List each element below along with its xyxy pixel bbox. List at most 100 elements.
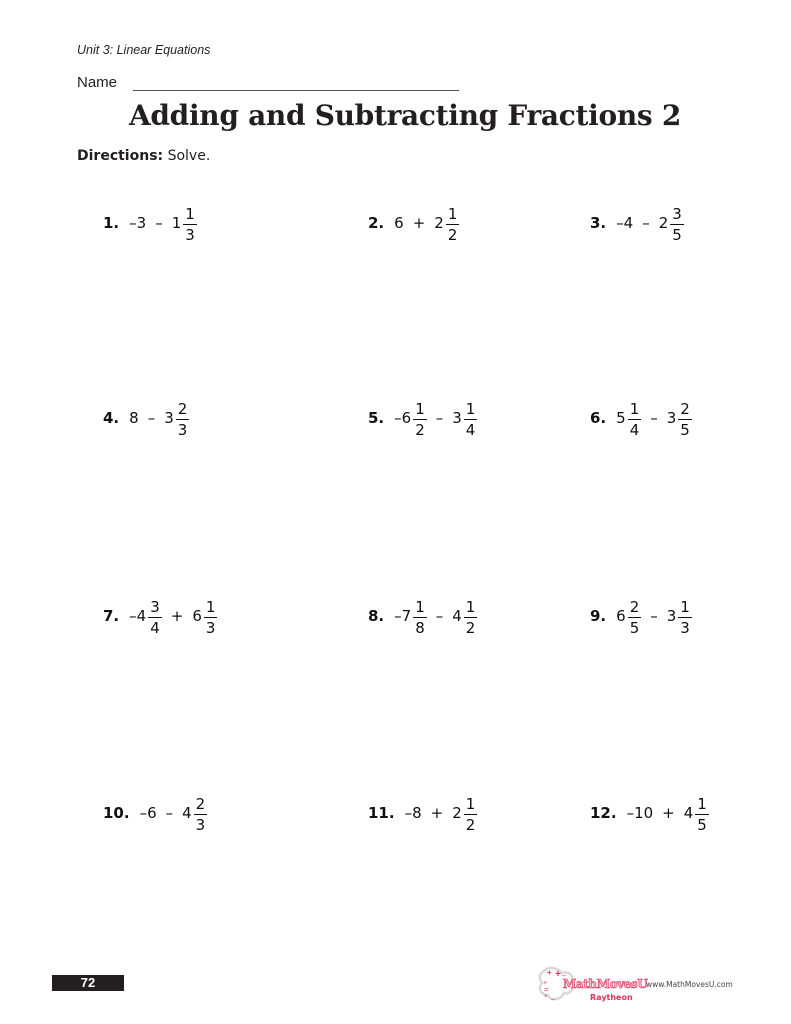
problem-number: 5. bbox=[368, 409, 385, 427]
denominator: 5 bbox=[672, 226, 682, 244]
whole-number: 5 bbox=[616, 409, 626, 427]
numerator: 1 bbox=[463, 400, 478, 420]
negative-sign: – bbox=[616, 214, 624, 232]
operand-a: –4 bbox=[616, 214, 633, 232]
operand-a: –3 bbox=[129, 214, 146, 232]
whole-number: 3 bbox=[666, 607, 677, 625]
directions-text: Solve. bbox=[167, 148, 211, 164]
whole-number: 4 bbox=[623, 214, 634, 232]
fraction: 13 bbox=[183, 207, 197, 243]
name-label: Name bbox=[77, 74, 118, 91]
whole-number: 4 bbox=[136, 607, 147, 625]
website-url[interactable]: www.MathMovesU.com bbox=[646, 980, 733, 989]
operand-a: –6 1 2 bbox=[394, 400, 427, 438]
logo-wordmark: MathMovesU bbox=[563, 977, 648, 992]
problem-number: 12. bbox=[590, 804, 617, 822]
problem-number: 8. bbox=[368, 607, 385, 625]
operator: – bbox=[155, 214, 163, 232]
denominator: 4 bbox=[629, 421, 640, 439]
mathmovesu-logo: + + – + = × – MathMovesU Raytheon bbox=[535, 963, 648, 1008]
whole-number: 6 bbox=[616, 607, 626, 625]
whole-number: 2 bbox=[452, 804, 462, 822]
whole-number: 3 bbox=[164, 409, 174, 427]
operand-b: 613 bbox=[192, 598, 218, 636]
operator: + bbox=[170, 607, 184, 625]
denominator: 5 bbox=[697, 816, 707, 834]
fraction: 15 bbox=[695, 797, 709, 833]
problem-12: 12. –10 +4 1 5 bbox=[590, 795, 709, 833]
problem-1: 1. –3–1 1 3 bbox=[103, 205, 197, 243]
fraction: 18 bbox=[413, 600, 427, 636]
operator: – bbox=[435, 607, 444, 625]
operand-a: 6 bbox=[394, 214, 404, 232]
whole-number: 4 bbox=[452, 607, 462, 625]
operator: + bbox=[430, 804, 444, 822]
negative-sign: – bbox=[394, 409, 402, 427]
numerator: 1 bbox=[678, 598, 692, 618]
problem-number: 7. bbox=[103, 607, 120, 625]
fraction: 25 bbox=[627, 600, 642, 637]
problem-number: 6. bbox=[590, 409, 607, 427]
fraction: 12 bbox=[413, 402, 427, 438]
operand-b: 113 bbox=[171, 205, 197, 243]
operator: + bbox=[662, 804, 675, 822]
denominator: 5 bbox=[680, 421, 690, 439]
denominator: 3 bbox=[680, 619, 690, 637]
operand-b: 325 bbox=[666, 400, 692, 438]
numerator: 1 bbox=[183, 205, 197, 225]
numerator: 3 bbox=[148, 598, 162, 618]
problem-number: 9. bbox=[590, 607, 607, 625]
fraction: 14 bbox=[463, 400, 478, 439]
negative-sign: – bbox=[129, 214, 137, 232]
whole-number: 4 bbox=[683, 804, 694, 822]
whole-number: 7 bbox=[401, 607, 412, 625]
problem-number: 4. bbox=[103, 409, 120, 427]
numerator: 2 bbox=[678, 400, 692, 420]
whole-number: 10 bbox=[634, 804, 654, 822]
problem-11: 11. –8 +2 1 2 bbox=[368, 795, 478, 833]
operand-a: 8 bbox=[129, 409, 139, 427]
problem-9: 9. 6 2 5–3 1 3 bbox=[590, 598, 692, 637]
logo-raytheon: Raytheon bbox=[590, 993, 633, 1002]
fraction: 13 bbox=[203, 598, 218, 636]
operand-b: 235 bbox=[658, 205, 684, 243]
whole-number: 8 bbox=[129, 409, 139, 427]
svg-text:–: – bbox=[551, 996, 555, 1003]
problem-4: 4. 8–3 2 3 bbox=[103, 400, 190, 438]
svg-text:+: + bbox=[547, 968, 552, 977]
whole-number: 3 bbox=[666, 409, 677, 427]
fraction: 12 bbox=[445, 205, 460, 243]
svg-text:=: = bbox=[544, 985, 549, 994]
fraction: 35 bbox=[670, 207, 684, 243]
name-blank-line[interactable] bbox=[133, 76, 460, 91]
fraction: 12 bbox=[463, 797, 478, 833]
numerator: 1 bbox=[203, 598, 218, 618]
denominator: 3 bbox=[185, 226, 195, 244]
problem-number: 10. bbox=[103, 804, 130, 822]
denominator: 4 bbox=[465, 421, 476, 439]
problem-8: 8. –7 1 8–4 1 2 bbox=[368, 598, 478, 636]
problem-7: 7. –4 3 4 +6 1 3 bbox=[103, 598, 218, 636]
problem-number: 1. bbox=[103, 214, 120, 232]
numerator: 1 bbox=[413, 400, 427, 420]
numerator: 1 bbox=[413, 598, 427, 618]
whole-number: 1 bbox=[171, 214, 182, 232]
numerator: 1 bbox=[445, 205, 460, 225]
fraction: 25 bbox=[678, 402, 692, 438]
problem-10: 10. –6–4 2 3 bbox=[103, 795, 208, 834]
denominator: 3 bbox=[195, 816, 206, 834]
svg-text:×: × bbox=[544, 994, 548, 1000]
operand-b: 313 bbox=[666, 598, 692, 637]
operand-a: 625 bbox=[616, 598, 642, 637]
operand-a: –8 bbox=[405, 804, 422, 822]
whole-number: 4 bbox=[182, 804, 192, 822]
whole-number: 2 bbox=[658, 214, 669, 232]
denominator: 5 bbox=[629, 619, 640, 637]
denominator: 2 bbox=[415, 421, 425, 439]
numerator: 1 bbox=[627, 400, 642, 420]
worksheet-title: Adding and Subtracting Fractions 2 bbox=[128, 99, 682, 132]
problem-6: 6. 5 1 4–3 2 5 bbox=[590, 400, 692, 439]
fraction: 12 bbox=[463, 600, 478, 636]
numerator: 1 bbox=[695, 795, 709, 815]
unit-heading: Unit 3: Linear Equations bbox=[77, 43, 211, 57]
